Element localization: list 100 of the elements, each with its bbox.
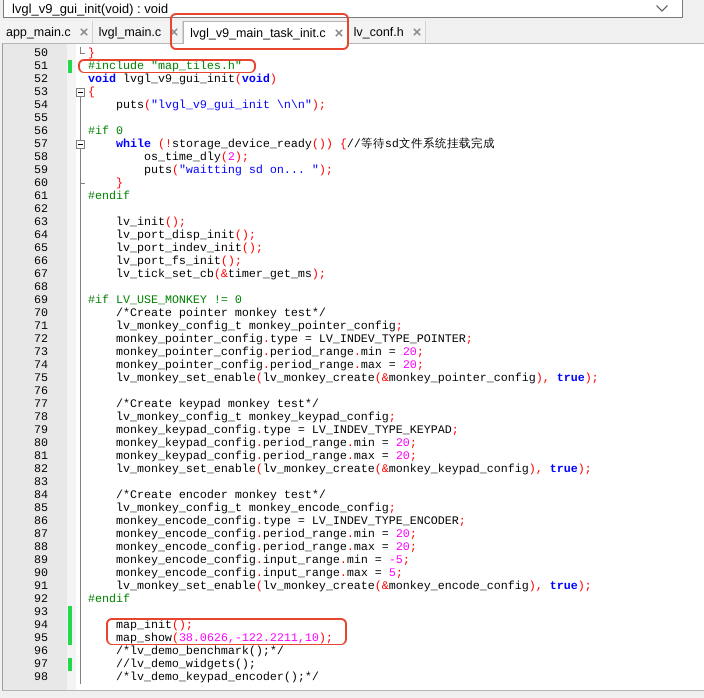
line-number: 63 (34, 216, 48, 229)
code-line: while (!storage_device_ready()) {//等待sd文件系统挂载完成 (116, 138, 495, 151)
code-line: lv_monkey_set_enable(lv_monkey_create(&monkey_encode_config), true); (116, 580, 592, 593)
line-number: 86 (34, 515, 48, 528)
line-number: 91 (34, 580, 48, 593)
code-line: lv_port_fs_init(); (116, 255, 242, 268)
close-icon[interactable] (80, 28, 88, 36)
line-number: 97 (34, 658, 48, 671)
line-number: 50 (34, 47, 48, 60)
line-number: 55 (34, 112, 48, 125)
code-line: lv_port_indev_init(); (116, 242, 263, 255)
tab[interactable]: lvgl_v9_main_task_init.c (183, 21, 348, 44)
line-number: 61 (34, 190, 48, 203)
line-number: 70 (34, 307, 48, 320)
code-line: /*Create keypad monkey test*/ (116, 398, 319, 411)
code-line: monkey_encode_config.type = LV_INDEV_TYPE_ENCODER; (116, 515, 466, 528)
line-number: 78 (34, 411, 48, 424)
code-line: monkey_pointer_config.type = LV_INDEV_TYPE_POINTER; (116, 333, 473, 346)
code-line: monkey_encode_config.input_range.max = 5; (116, 567, 403, 580)
line-number: 74 (34, 359, 48, 372)
line-number: 60 (34, 177, 48, 190)
code-line: lv_monkey_set_enable(lv_monkey_create(&monkey_pointer_config), true); (116, 372, 599, 385)
line-number: 72 (34, 333, 48, 346)
line-number: 94 (34, 619, 48, 632)
function-dropdown[interactable]: lvgl_v9_gui_init(void) : void (3, 0, 683, 18)
fold-guide-line (80, 47, 81, 54)
line-number: 85 (34, 502, 48, 515)
code-line: monkey_pointer_config.period_range.min = 20; (116, 346, 424, 359)
code-line: lv_init(); (116, 216, 186, 229)
collapse-icon[interactable] (76, 140, 85, 149)
line-number: 82 (34, 463, 48, 476)
code-line: monkey_keypad_config.period_range.max = 20; (116, 450, 417, 463)
line-number: 56 (34, 125, 48, 138)
line-number: 54 (34, 99, 48, 112)
line-number: 65 (34, 242, 48, 255)
code-line: monkey_pointer_config.period_range.max = 20; (116, 359, 424, 372)
line-number: 90 (34, 567, 48, 580)
code-line: { (88, 86, 95, 99)
line-number: 67 (34, 268, 48, 281)
code-line: lv_monkey_config_t monkey_pointer_config; (116, 320, 403, 333)
code-line: map_show(38.0626,-122.2211,10); (116, 632, 333, 645)
code-line: } (88, 47, 95, 60)
code-line: #include "map_tiles.h" (88, 60, 242, 73)
line-number: 95 (34, 632, 48, 645)
collapse-icon[interactable] (76, 88, 85, 97)
line-number: 57 (34, 138, 48, 151)
code-line: /*Create encoder monkey test*/ (116, 489, 326, 502)
line-number: 88 (34, 541, 48, 554)
code-line: void lvgl_v9_gui_init(void) (88, 73, 277, 86)
line-number: 92 (34, 593, 48, 606)
line-number: 87 (34, 528, 48, 541)
line-number: 53 (34, 86, 48, 99)
code-line: monkey_encode_config.period_range.max = 20; (116, 541, 417, 554)
close-icon[interactable] (170, 28, 178, 36)
code-line: /*lv_demo_keypad_encoder();*/ (116, 671, 319, 684)
line-number: 83 (34, 476, 48, 489)
line-number: 98 (34, 671, 48, 684)
line-number: 51 (34, 60, 48, 73)
code-line: #endif (88, 190, 130, 203)
line-number: 84 (34, 489, 48, 502)
line-number: 68 (34, 281, 48, 294)
line-number: 59 (34, 164, 48, 177)
line-number: 62 (34, 203, 48, 216)
close-icon[interactable] (334, 29, 343, 37)
code-line: #if LV_USE_MONKEY != 0 (88, 294, 242, 307)
line-number: 80 (34, 437, 48, 450)
line-number: 71 (34, 320, 48, 333)
line-number: 81 (34, 450, 48, 463)
code-line: monkey_keypad_config.period_range.min = 20; (116, 437, 417, 450)
code-line: puts("lvgl_v9_gui_init \n\n"); (116, 99, 326, 112)
line-number: 52 (34, 73, 48, 86)
code-line: /*lv_demo_benchmark();*/ (116, 645, 284, 658)
code-line: lv_port_disp_init(); (116, 229, 256, 242)
line-number: 58 (34, 151, 48, 164)
line-number: 79 (34, 424, 48, 437)
code-line: //lv_demo_widgets(); (116, 658, 256, 671)
line-number: 96 (34, 645, 48, 658)
code-line: monkey_encode_config.period_range.min = 20; (116, 528, 417, 541)
code-line: map_init(); (116, 619, 193, 632)
caret-icon[interactable] (656, 5, 668, 12)
line-number: 93 (34, 606, 48, 619)
line-number: 76 (34, 385, 48, 398)
code-line: lv_monkey_config_t monkey_encode_config; (116, 502, 396, 515)
code-line: lv_monkey_config_t monkey_keypad_config; (116, 411, 396, 424)
code-line: } (116, 177, 123, 190)
code-line: lv_tick_set_cb(&timer_get_ms); (116, 268, 326, 281)
line-number: 75 (34, 372, 48, 385)
close-icon[interactable] (412, 28, 421, 36)
code-line: #endif (88, 593, 130, 606)
line-number: 64 (34, 229, 48, 242)
code-line: #if 0 (88, 125, 123, 138)
code-line: lv_monkey_set_enable(lv_monkey_create(&monkey_keypad_config), true); (116, 463, 592, 476)
code-line: /*Create pointer monkey test*/ (116, 307, 326, 320)
code-line: monkey_encode_config.input_range.min = -5; (116, 554, 410, 567)
line-number: 89 (34, 554, 48, 567)
line-number: 73 (34, 346, 48, 359)
code-line: os_time_dly(2); (144, 151, 249, 164)
code-line: monkey_keypad_config.type = LV_INDEV_TYPE_KEYPAD; (116, 424, 459, 437)
line-number: 66 (34, 255, 48, 268)
code-line: puts("waitting sd on... "); (144, 164, 333, 177)
